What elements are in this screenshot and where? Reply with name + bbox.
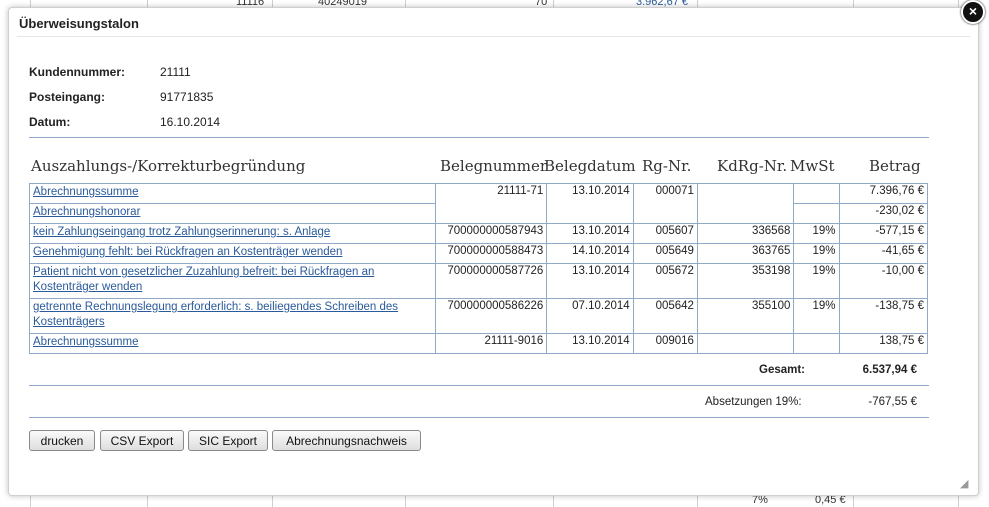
kdrgnr-cell (696, 333, 795, 354)
title-divider (17, 36, 970, 37)
betrag-cell: 138,75 € (838, 333, 929, 354)
belegnummer-cell: 700000000588473 (434, 243, 548, 264)
belegdatum-cell: 07.10.2014 (546, 298, 634, 334)
rgnr-cell: 005607 (632, 223, 698, 244)
absetzungen-label: Absetzungen 19%: (705, 396, 802, 408)
rgnr-cell: 005672 (632, 263, 698, 299)
corrections-table: Abrechnungssumme 21111-71 13.10.2014 000… (29, 183, 929, 354)
header-kdrgnr: KdRg-Nr. (717, 157, 788, 175)
kundennummer-label: Kundennummer: (29, 65, 125, 79)
header-rgnr: Rg-Nr. (642, 157, 692, 175)
table-row: Abrechnungssumme 21111-9016 13.10.2014 0… (29, 333, 929, 354)
reason-link[interactable]: kein Zahlungseingang trotz Zahlungserinn… (33, 226, 330, 238)
reason-cell: Abrechnungshonorar (29, 203, 436, 224)
table-row: kein Zahlungseingang trotz Zahlungserinn… (29, 223, 929, 244)
csv-export-button[interactable]: CSV Export (100, 430, 184, 451)
belegdatum-cell: 13.10.2014 (546, 223, 634, 244)
mwst-cell: 19% (793, 298, 840, 334)
abrechnungsnachweis-button[interactable]: Abrechnungsnachweis (272, 430, 421, 451)
mwst-cell (793, 333, 840, 354)
dialog-title: Überweisungstalon (19, 16, 139, 31)
reason-link[interactable]: Genehmigung fehlt: bei Rückfragen an Kos… (33, 246, 342, 258)
datum-label: Datum: (29, 115, 71, 129)
belegnummer-cell: 21111-9016 (434, 333, 548, 354)
reason-cell: Abrechnungssumme (29, 183, 436, 204)
table-row: getrennte Rechnungslegung erforderlich: … (29, 298, 929, 334)
belegnummer-cell: 700000000587726 (434, 263, 548, 299)
kdrgnr-cell: 353198 (696, 263, 795, 299)
rgnr-cell: 009016 (632, 333, 698, 354)
gesamt-value: 6.537,94 € (862, 364, 917, 376)
belegnummer-cell: 700000000586226 (434, 298, 548, 334)
kdrgnr-cell: 355100 (696, 298, 795, 334)
reason-cell: Genehmigung fehlt: bei Rückfragen an Kos… (29, 243, 436, 264)
belegdatum-cell: 14.10.2014 (546, 243, 634, 264)
kdrgnr-cell (696, 183, 795, 224)
belegnummer-cell: 700000000587943 (434, 223, 548, 244)
gesamt-label: Gesamt: (759, 364, 806, 376)
kundennummer-value: 21111 (160, 65, 191, 79)
betrag-cell: -10,00 € (838, 263, 929, 299)
betrag-cell: -41,65 € (838, 243, 929, 264)
datum-value: 16.10.2014 (160, 115, 221, 129)
divider (29, 137, 929, 138)
kdrgnr-cell: 336568 (696, 223, 795, 244)
table-row: Genehmigung fehlt: bei Rückfragen an Kos… (29, 243, 929, 264)
header-mwst: MwSt (790, 157, 835, 175)
table-row: Patient nicht von gesetzlicher Zuzahlung… (29, 263, 929, 299)
mwst-cell: 19% (793, 223, 840, 244)
table-row: Abrechnungssumme 21111-71 13.10.2014 000… (29, 183, 929, 224)
reason-link[interactable]: Abrechnungshonorar (33, 206, 140, 218)
reason-cell: kein Zahlungseingang trotz Zahlungserinn… (29, 223, 436, 244)
rgnr-cell: 000071 (632, 183, 698, 224)
mwst-cell (793, 203, 840, 224)
betrag-cell: -230,02 € (838, 203, 929, 224)
header-reason: Auszahlungs-/Korrekturbegründung (31, 157, 306, 175)
reason-link[interactable]: Abrechnungssumme (33, 336, 138, 348)
divider (29, 385, 929, 386)
mwst-cell: 19% (793, 243, 840, 264)
betrag-cell: -577,15 € (838, 223, 929, 244)
resize-grip-icon[interactable]: ◢ (960, 478, 972, 490)
sic-export-button[interactable]: SIC Export (188, 430, 268, 451)
posteingang-value: 91771835 (160, 90, 214, 104)
header-betrag: Betrag (869, 157, 921, 175)
reason-link[interactable]: getrennte Rechnungslegung erforderlich: … (33, 301, 398, 328)
betrag-cell: -138,75 € (838, 298, 929, 334)
absetzungen-value: -767,55 € (868, 396, 917, 408)
belegdatum-cell: 13.10.2014 (546, 263, 634, 299)
belegnummer-cell: 21111-71 (434, 183, 548, 224)
belegdatum-cell: 13.10.2014 (546, 333, 634, 354)
header-belegdatum: Belegdatum (544, 157, 636, 175)
posteingang-label: Posteingang: (29, 90, 106, 104)
reason-cell: Patient nicht von gesetzlicher Zuzahlung… (29, 263, 436, 299)
rgnr-cell: 005642 (632, 298, 698, 334)
reason-link[interactable]: Abrechnungssumme (33, 186, 138, 198)
rgnr-cell: 005649 (632, 243, 698, 264)
belegdatum-cell: 13.10.2014 (546, 183, 634, 224)
header-belegnummer: Belegnummer (440, 157, 547, 175)
print-button[interactable]: drucken (29, 430, 95, 451)
mwst-cell: 19% (793, 263, 840, 299)
reason-cell: Abrechnungssumme (29, 333, 436, 354)
ueberweisungstalon-dialog: Überweisungstalon Kundennummer: 21111 Po… (8, 7, 979, 496)
divider (29, 417, 929, 418)
kdrgnr-cell: 363765 (696, 243, 795, 264)
reason-cell: getrennte Rechnungslegung erforderlich: … (29, 298, 436, 334)
mwst-cell (793, 183, 840, 204)
reason-link[interactable]: Patient nicht von gesetzlicher Zuzahlung… (33, 266, 374, 293)
betrag-cell: 7.396,76 € (838, 183, 929, 204)
close-icon[interactable]: × (961, 0, 985, 24)
